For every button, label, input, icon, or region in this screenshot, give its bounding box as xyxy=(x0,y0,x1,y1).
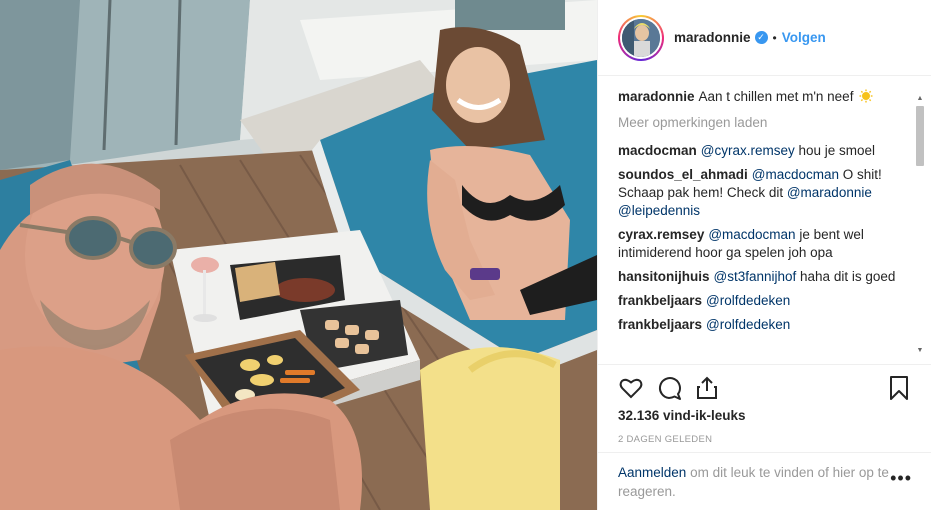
story-ring[interactable] xyxy=(618,14,664,61)
comment-mention-link[interactable]: @maradonnie xyxy=(787,185,872,200)
comment-item: soundos_el_ahmadi @macdocman O shit! Scha… xyxy=(618,166,908,220)
header-username[interactable]: maradonnie xyxy=(674,30,751,45)
comment-item: cyrax.remsey @macdocman je bent wel intim… xyxy=(618,226,908,262)
comment-item: macdocman @cyrax.remsey hou je smoel xyxy=(618,142,908,160)
instagram-post: maradonnie ✓ • Volgen maradonnie Aan t ch… xyxy=(0,0,931,510)
comment-mention-link[interactable]: @leipedennis xyxy=(618,203,700,218)
scroll-down-arrow-icon[interactable]: ▼ xyxy=(913,346,927,356)
likes-count[interactable]: 32.136 vind-ik-leuks xyxy=(618,408,746,423)
comment-mention-link[interactable]: @rolfdedeken xyxy=(706,293,790,308)
scroll-up-arrow-icon[interactable]: ▲ xyxy=(913,94,927,104)
comment-thread: macdocman @cyrax.remsey hou je smoel sound… xyxy=(618,142,908,334)
comment-username[interactable]: cyrax.remsey xyxy=(618,227,704,242)
comment-username[interactable]: frankbeljaars xyxy=(618,317,702,332)
load-more-comments-link[interactable]: Meer opmerkingen laden xyxy=(618,114,908,132)
share-icon[interactable] xyxy=(694,375,720,401)
follow-button[interactable]: Volgen xyxy=(782,30,826,45)
comment-text: hou je smoel xyxy=(794,143,876,158)
comments-scrollbar[interactable]: ▲ ▼ xyxy=(913,94,927,356)
avatar-frame xyxy=(620,16,662,59)
scroll-thumb[interactable] xyxy=(916,106,924,166)
post-side-panel: maradonnie ✓ • Volgen maradonnie Aan t ch… xyxy=(597,0,931,510)
post-photo[interactable] xyxy=(0,0,597,510)
comment-username[interactable]: soundos_el_ahmadi xyxy=(618,167,748,182)
comment-text: haha dit is goed xyxy=(796,269,896,284)
comment-item: frankbeljaars @rolfdedeken xyxy=(618,316,908,334)
comment-mention-link[interactable]: @macdocman xyxy=(752,167,839,182)
comments-list: maradonnie Aan t chillen met m'n neef Mee… xyxy=(618,88,908,356)
comment-username[interactable]: hansitonijhuis xyxy=(618,269,710,284)
action-bar xyxy=(598,364,931,408)
comment-username[interactable]: macdocman xyxy=(618,143,697,158)
comment-item: hansitonijhuis @st3fannijhof haha dit is … xyxy=(618,268,908,286)
selfie-photo-illustration xyxy=(0,0,597,510)
comment-mention-link[interactable]: @macdocman xyxy=(708,227,795,242)
verified-badge-icon: ✓ xyxy=(754,31,768,44)
heart-icon[interactable] xyxy=(618,375,644,401)
comment-mention-link[interactable]: @rolfdedeken xyxy=(706,317,790,332)
comment-item: frankbeljaars @rolfdedeken xyxy=(618,292,908,310)
caption-text: Aan t chillen met m'n neef xyxy=(698,89,854,104)
comment-mention-link[interactable]: @cyrax.remsey xyxy=(701,143,795,158)
caption: maradonnie Aan t chillen met m'n neef xyxy=(618,88,908,106)
separator-dot: • xyxy=(772,30,777,45)
post-header: maradonnie ✓ • Volgen xyxy=(598,0,931,76)
login-link[interactable]: Aanmelden xyxy=(618,465,686,480)
avatar[interactable] xyxy=(622,18,660,57)
comment-username[interactable]: frankbeljaars xyxy=(618,293,702,308)
login-prompt: Aanmelden om dit leuk te vinden of hier … xyxy=(598,452,931,510)
caption-username[interactable]: maradonnie xyxy=(618,89,695,104)
more-options-icon[interactable]: ••• xyxy=(890,469,912,487)
avatar-image xyxy=(622,18,660,57)
comment-bubble-icon[interactable] xyxy=(656,375,682,401)
bookmark-icon[interactable] xyxy=(886,375,912,401)
post-timestamp[interactable]: 2 DAGEN GELEDEN xyxy=(618,434,712,445)
comment-mention-link[interactable]: @st3fannijhof xyxy=(714,269,797,284)
sun-emoji-icon xyxy=(859,89,873,103)
